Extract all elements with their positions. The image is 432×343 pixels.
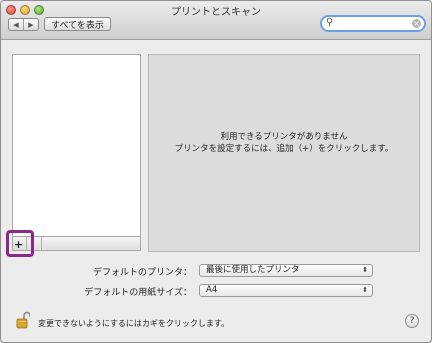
lock-message: 変更できないようにするにはカギをクリックします。 — [38, 319, 230, 328]
default-printer-popup[interactable]: 最後に使用したプリンタ ⬍ — [199, 264, 373, 277]
forward-button[interactable]: ▶ — [23, 19, 38, 30]
default-paper-label: デフォルトの用紙サイズ： — [84, 288, 192, 298]
add-button-highlight — [6, 230, 34, 257]
default-printer-label: デフォルトのプリンタ： — [92, 268, 192, 278]
nav-buttons: ◀ ▶ — [8, 18, 39, 31]
default-printer-value: 最後に使用したプリンタ — [206, 265, 300, 275]
printer-detail-pane: 利用できるプリンタがありません プリンタを設定するには、追加（+）をクリックしま… — [148, 54, 420, 252]
lock-icon[interactable] — [16, 311, 30, 329]
magnifier-icon: ⚲ — [326, 17, 334, 28]
clear-search-icon[interactable]: × — [412, 19, 421, 28]
show-all-button[interactable]: すべてを表示 — [44, 17, 111, 31]
help-button[interactable]: ? — [405, 314, 419, 328]
popup-arrows-icon: ⬍ — [362, 266, 368, 274]
add-printer-hint: プリンタを設定するには、追加（+）をクリックします。 — [174, 144, 394, 154]
search-field[interactable]: ⚲ × — [320, 15, 426, 32]
back-button[interactable]: ◀ — [9, 19, 23, 30]
popup-arrows-icon: ⬍ — [362, 286, 368, 294]
default-paper-value: A4 — [206, 285, 218, 295]
title-bar: プリントとスキャン ◀ ▶ すべてを表示 ⚲ × — [1, 1, 431, 40]
print-scan-window: プリントとスキャン ◀ ▶ すべてを表示 ⚲ × + 利用できるプリンタがありま… — [0, 0, 432, 343]
printer-list[interactable] — [12, 54, 141, 237]
default-paper-popup[interactable]: A4 ⬍ — [199, 284, 373, 297]
no-printers-message: 利用できるプリンタがありません — [220, 132, 348, 142]
